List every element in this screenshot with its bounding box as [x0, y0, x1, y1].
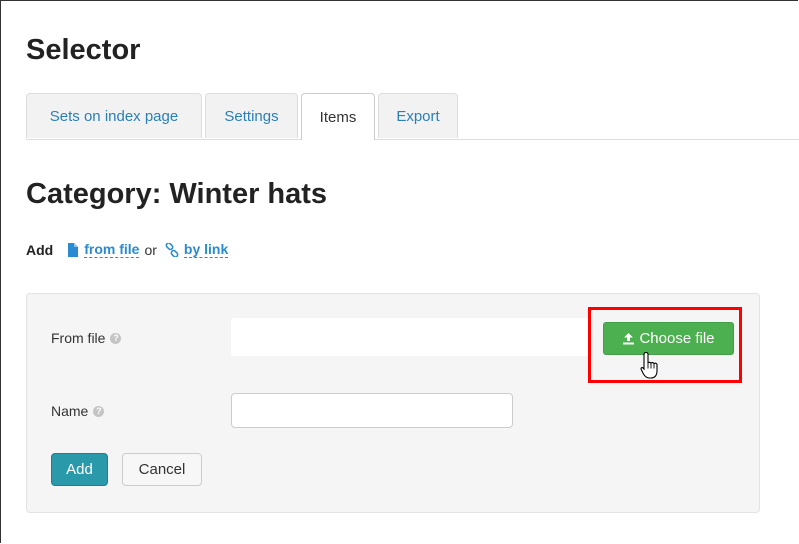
- from-file-link[interactable]: from file: [84, 241, 140, 258]
- tab-items[interactable]: Items: [301, 93, 375, 140]
- file-path-field[interactable]: [231, 318, 591, 356]
- category-title: Category: Winter hats: [26, 178, 328, 210]
- tab-bar: Sets on index page Settings Items Export: [26, 93, 799, 140]
- by-link-link[interactable]: by link: [183, 241, 229, 258]
- help-icon[interactable]: ?: [93, 405, 105, 417]
- tab-sets-on-index-page[interactable]: Sets on index page: [26, 93, 202, 138]
- tab-settings[interactable]: Settings: [205, 93, 298, 138]
- page-title: Selector: [26, 34, 141, 66]
- name-input[interactable]: [231, 393, 513, 428]
- add-button[interactable]: Add: [51, 453, 108, 486]
- hand-cursor-icon: [640, 351, 662, 386]
- name-label: Name: [51, 403, 89, 419]
- from-file-label: From file: [51, 330, 106, 346]
- help-icon[interactable]: ?: [110, 332, 122, 344]
- highlight-box: [588, 307, 742, 383]
- link-icon: [165, 242, 179, 257]
- cancel-button[interactable]: Cancel: [122, 453, 202, 486]
- from-file-row-label: From file ?: [51, 330, 122, 346]
- name-row-label: Name ?: [51, 403, 105, 419]
- add-label: Add: [26, 241, 54, 258]
- tab-export[interactable]: Export: [378, 93, 458, 138]
- add-line: Add from file or by link: [26, 241, 229, 258]
- file-icon: [67, 242, 79, 257]
- or-text: or: [144, 241, 157, 258]
